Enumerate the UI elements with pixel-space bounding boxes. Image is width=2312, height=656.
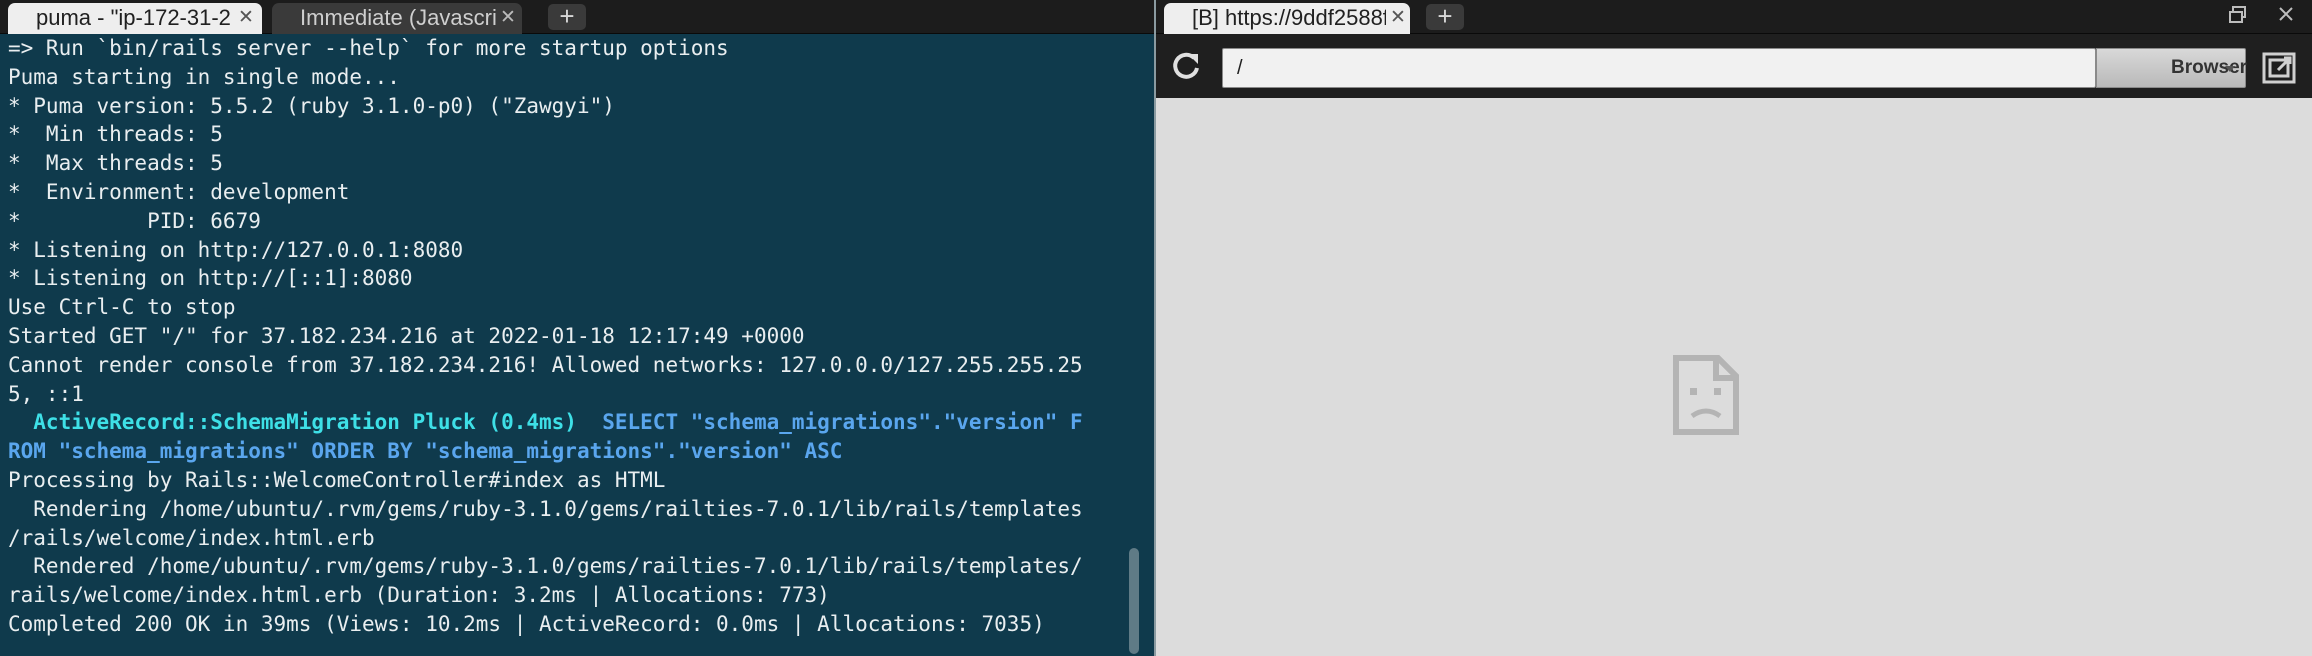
terminal-line: * Min threads: 5 xyxy=(8,122,223,147)
chevron-down-icon xyxy=(2225,66,2235,72)
close-icon[interactable]: ✕ xyxy=(1390,3,1406,33)
terminal-line: * Max threads: 5 xyxy=(8,151,223,176)
browser-viewport[interactable] xyxy=(1156,98,2312,656)
terminal-line: Puma starting in single mode... xyxy=(8,64,400,89)
browser-pane: [B] https://9ddf2588f ✕ + Browser xyxy=(1156,0,2312,656)
terminal-line: Started GET "/" for 37.182.234.216 at 20… xyxy=(8,323,805,348)
terminal-tab-bar: puma - "ip-172-31-2 ✕ Immediate (Javascr… xyxy=(0,0,1154,34)
terminal-line: Use Ctrl-C to stop xyxy=(8,295,236,320)
pop-out-window-icon[interactable] xyxy=(2260,48,2300,88)
terminal-line: /rails/welcome/index.html.erb xyxy=(8,525,375,550)
new-tab-button[interactable]: + xyxy=(548,3,586,30)
terminal-line: * Listening on http://[::1]:8080 xyxy=(8,266,413,291)
terminal-line: Completed 200 OK in 39ms (Views: 10.2ms … xyxy=(8,611,1045,636)
url-input[interactable] xyxy=(1222,48,2096,88)
browser-select-dropdown[interactable]: Browser xyxy=(2096,48,2248,88)
browser-tab-bar: [B] https://9ddf2588f ✕ + xyxy=(1156,0,2312,34)
browser-toolbar: Browser xyxy=(1156,34,2312,98)
terminal-line: Processing by Rails::WelcomeController#i… xyxy=(8,467,666,492)
terminal-line: Rendered /home/ubuntu/.rvm/gems/ruby-3.1… xyxy=(8,554,1083,579)
terminal-line: * PID: 6679 xyxy=(8,208,261,233)
terminal-line: Cannot render console from 37.182.234.21… xyxy=(8,352,1083,377)
new-tab-button[interactable]: + xyxy=(1426,3,1464,30)
close-icon[interactable]: ✕ xyxy=(238,3,254,33)
activerecord-log: ActiveRecord::SchemaMigration Pluck (0.4… xyxy=(8,410,577,435)
terminal-pane: puma - "ip-172-31-2 ✕ Immediate (Javascr… xyxy=(0,0,1154,656)
terminal-output[interactable]: => Run `bin/rails server --help` for mor… xyxy=(8,34,1128,654)
sql-query: SELECT "schema_migrations"."version" F xyxy=(576,410,1083,435)
tab-puma[interactable]: puma - "ip-172-31-2 ✕ xyxy=(8,3,262,34)
tab-immediate-label: Immediate (Javascrip xyxy=(300,5,496,30)
tab-browser-label: [B] https://9ddf2588f xyxy=(1192,5,1386,30)
sql-query-continued: ROM "schema_migrations" ORDER BY "schema… xyxy=(8,439,843,464)
sad-page-icon xyxy=(1673,355,1739,435)
tab-puma-label: puma - "ip-172-31-2 xyxy=(36,5,231,30)
reload-icon[interactable] xyxy=(1168,48,1204,84)
terminal-line: * Puma version: 5.5.2 (ruby 3.1.0-p0) ("… xyxy=(8,93,615,118)
tab-immediate[interactable]: Immediate (Javascrip ✕ xyxy=(272,3,522,34)
terminal-sql-line: ActiveRecord::SchemaMigration Pluck (0.4… xyxy=(8,408,1128,437)
terminal-line: * Environment: development xyxy=(8,179,350,204)
close-window-icon[interactable] xyxy=(2272,0,2300,30)
restore-window-icon[interactable] xyxy=(2224,0,2252,30)
terminal-line: * Listening on http://127.0.0.1:8080 xyxy=(8,237,464,262)
terminal-line: 5, ::1 xyxy=(8,381,84,406)
close-icon[interactable]: ✕ xyxy=(500,3,516,33)
tab-browser-preview[interactable]: [B] https://9ddf2588f ✕ xyxy=(1164,3,1410,34)
terminal-line: => Run `bin/rails server --help` for mor… xyxy=(8,36,729,60)
terminal-scrollbar[interactable] xyxy=(1129,548,1139,654)
terminal-line: Rendering /home/ubuntu/.rvm/gems/ruby-3.… xyxy=(8,496,1083,521)
terminal-line: rails/welcome/index.html.erb (Duration: … xyxy=(8,583,830,608)
browser-select-label: Browser xyxy=(2171,57,2248,78)
